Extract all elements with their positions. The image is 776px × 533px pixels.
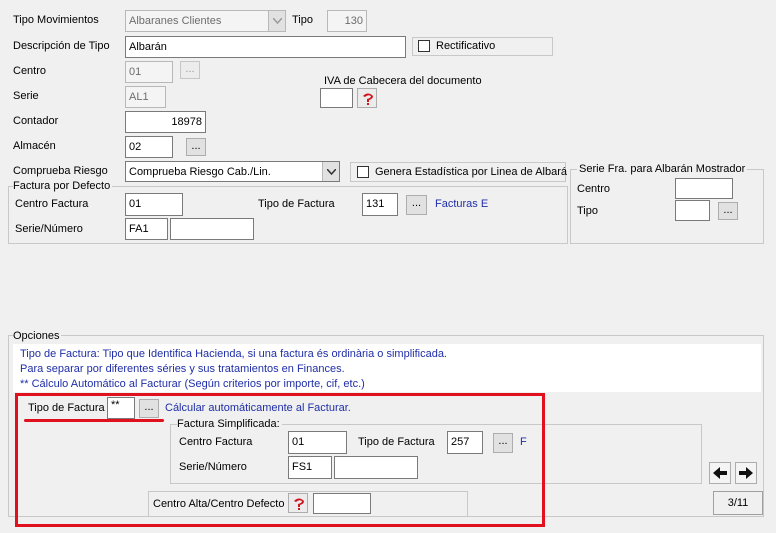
help-question-icon[interactable]: [357, 88, 377, 108]
comprueba-riesgo-select[interactable]: Comprueba Riesgo Cab./Lin.: [125, 161, 340, 182]
almacen-lookup-button[interactable]: ...: [186, 138, 206, 156]
tipo-movimientos-label: Tipo Movimientos: [13, 14, 99, 26]
info-line: Para separar por diferentes séries y sus…: [20, 363, 345, 375]
comprueba-riesgo-value: Comprueba Riesgo Cab./Lin.: [129, 166, 271, 178]
info-line: ** Cálculo Automático al Facturar (Según…: [20, 378, 365, 390]
comprueba-riesgo-label: Comprueba Riesgo: [13, 165, 108, 177]
iva-cabecera-field[interactable]: [320, 88, 353, 108]
mostrador-tipo-label: Tipo: [577, 205, 598, 217]
genera-estadistica-checkbox[interactable]: [357, 166, 369, 178]
tipo-movimientos-value: Albaranes Clientes: [129, 15, 222, 27]
prev-page-button[interactable]: [709, 462, 731, 484]
centro-factura-label: Centro Factura: [15, 198, 89, 210]
tipo-factura-field[interactable]: 131: [362, 193, 398, 216]
chevron-down-icon[interactable]: [322, 162, 339, 181]
almacen-field[interactable]: 02: [125, 136, 173, 158]
factura-defecto-title: Factura por Defecto: [13, 180, 113, 192]
rectificativo-label: Rectificativo: [436, 40, 496, 52]
mostrador-centro-label: Centro: [577, 183, 611, 195]
mostrador-tipo-lookup-button[interactable]: ...: [718, 202, 738, 220]
serie-numero-label: Serie/Número: [15, 223, 83, 235]
next-page-button[interactable]: [735, 462, 757, 484]
info-line: Tipo de Factura: Tipo que Identifica Hac…: [20, 348, 447, 360]
serie-label: Serie: [13, 90, 39, 102]
centro-label: Centro: [13, 65, 47, 77]
mostrador-centro-field[interactable]: [675, 178, 733, 199]
form-window: Tipo Movimientos Albaranes Clientes Tipo…: [0, 0, 776, 533]
arrow-right-icon: [739, 467, 753, 479]
opciones-title: Opciones: [13, 330, 62, 342]
serie-field[interactable]: FA1: [125, 218, 168, 240]
tipo-factura-label: Tipo de Factura: [258, 198, 335, 210]
tipo-label: Tipo: [292, 14, 313, 26]
tipo-factura-lookup-button[interactable]: ...: [406, 195, 427, 215]
descripcion-label: Descripción de Tipo: [13, 40, 110, 52]
numero-field[interactable]: [170, 218, 254, 240]
rectificativo-checkbox[interactable]: [418, 40, 430, 52]
iva-cabecera-label: IVA de Cabecera del documento: [324, 75, 482, 87]
centro-lookup-button[interactable]: ...: [180, 61, 200, 79]
arrow-left-icon: [713, 467, 727, 479]
highlight-underline: [24, 419, 164, 422]
tipo-factura-description: Facturas E: [435, 198, 489, 210]
serie-field[interactable]: AL1: [125, 86, 166, 108]
contador-field[interactable]: 18978: [125, 111, 206, 133]
chevron-down-icon[interactable]: [268, 11, 285, 31]
mostrador-tipo-field[interactable]: [675, 200, 710, 221]
descripcion-field[interactable]: Albarán: [125, 36, 406, 58]
almacen-label: Almacén: [13, 140, 56, 152]
centro-factura-field[interactable]: 01: [125, 193, 183, 216]
tipo-movimientos-select[interactable]: Albaranes Clientes: [125, 10, 286, 32]
genera-estadistica-label: Genera Estadística por Linea de Albará: [375, 166, 568, 178]
centro-field[interactable]: 01: [125, 61, 173, 83]
highlight-box: [15, 393, 545, 527]
opciones-info-panel: Tipo de Factura: Tipo que Identifica Hac…: [13, 344, 761, 392]
tipo-field[interactable]: 130: [327, 10, 367, 32]
serie-mostrador-title: Serie Fra. para Albarán Mostrador: [577, 163, 748, 175]
page-indicator: 3/11: [713, 491, 763, 515]
contador-label: Contador: [13, 115, 59, 127]
factura-defecto-group: [8, 186, 568, 244]
